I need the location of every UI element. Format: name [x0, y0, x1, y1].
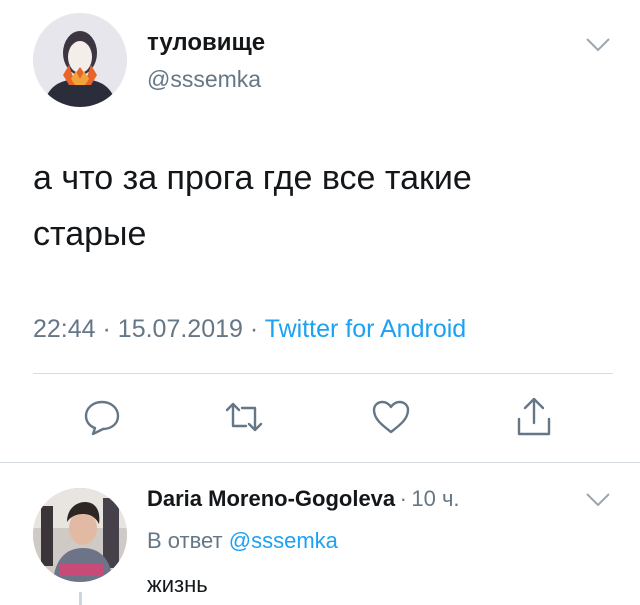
share-icon[interactable] — [512, 395, 556, 439]
meta-separator: · — [249, 315, 259, 343]
avatar-image — [33, 488, 127, 582]
reply-header: Daria Moreno-Gogoleva · 10 ч. — [147, 486, 460, 512]
reply-icon[interactable] — [80, 395, 124, 439]
meta-separator: · — [102, 315, 111, 343]
retweet-icon[interactable] — [222, 395, 266, 439]
meta-separator: · — [399, 486, 407, 511]
tweet-meta: 22:44 · 15.07.2019 · Twitter for Android — [33, 315, 466, 344]
tweet-text: а что за прога где все такие старые — [33, 159, 472, 253]
tweet-date[interactable]: 15.07.2019 — [118, 315, 243, 343]
thread-line — [79, 592, 82, 605]
chevron-down-icon[interactable] — [585, 37, 611, 58]
in-reply-handle[interactable]: @sssemka — [229, 528, 338, 553]
divider — [33, 373, 613, 374]
reply-time[interactable]: 10 ч. — [411, 486, 459, 511]
like-icon[interactable] — [369, 395, 413, 439]
in-reply-to: В ответ @sssemka — [147, 528, 338, 554]
author-handle[interactable]: @sssemka — [147, 66, 261, 93]
tweet-source[interactable]: Twitter for Android — [265, 315, 466, 343]
author-display-name[interactable]: туловище — [147, 29, 265, 57]
avatar-image — [33, 13, 127, 107]
divider — [0, 462, 640, 463]
author-avatar[interactable] — [33, 13, 127, 107]
reply-author-avatar[interactable] — [33, 488, 127, 582]
in-reply-prefix: В ответ — [147, 528, 223, 553]
reply-author-name[interactable]: Daria Moreno-Gogoleva — [147, 486, 395, 511]
chevron-down-icon[interactable] — [585, 492, 611, 513]
reply-text: жизнь — [147, 572, 208, 597]
tweet-time: 22:44 — [33, 315, 96, 343]
